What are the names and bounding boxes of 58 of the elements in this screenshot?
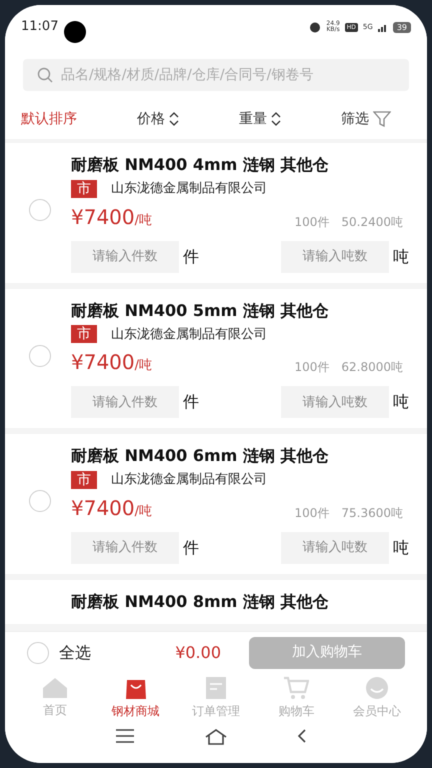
camera-hole [64,21,86,43]
sort-tab[interactable]: 价格 [137,108,179,130]
search-field[interactable]: 品名/规格/材质/品牌/仓库/合同号/钢卷号 [23,59,409,91]
sort-tab[interactable]: 筛选 [341,108,391,130]
product-title: 耐磨板 NM400 8mm 涟钢 其他仓 [71,590,330,612]
menu-icon[interactable] [115,729,135,743]
product-title: 耐磨板 NM400 6mm 涟钢 其他仓 [71,445,330,467]
ton-unit: 吨 [393,536,409,558]
market-tag: 市 [71,180,97,198]
company-name: 山东泷德金属制品有限公司 [111,180,267,198]
piece-count: 100件 [294,504,330,522]
signal-icon [378,22,388,32]
sort-tab[interactable]: 默认排序 [21,108,77,130]
piece-unit: 件 [183,246,199,268]
sort-icon [169,112,179,126]
product-title: 耐磨板 NM400 4mm 涟钢 其他仓 [71,154,330,176]
weight-total: 62.8000吨 [341,359,403,376]
select-radio[interactable] [29,344,51,366]
company-name: 山东泷德金属制品有限公司 [111,326,267,344]
piece-unit: 件 [183,536,199,558]
sort-icon [271,112,281,126]
document-icon [204,676,227,700]
cart-icon [283,676,310,700]
weight-total: 50.2400吨 [341,214,403,230]
select-radio[interactable] [29,199,51,221]
weight-total: 75.3600吨 [341,504,403,522]
ton-input-field[interactable]: 请输入吨数 [281,240,389,272]
home-icon [42,677,68,699]
select-all-radio[interactable] [27,642,49,664]
ton-unit: 吨 [393,246,409,268]
ton-input-field[interactable]: 请输入吨数 [281,386,389,418]
piece-input-field[interactable]: 请输入件数 [71,386,179,418]
piece-count: 100件 [294,214,330,230]
select-radio[interactable] [29,490,51,512]
price: ¥7400/吨 [71,494,152,522]
select-all-label: 全选 [59,642,91,664]
nav-tab[interactable]: 钢材商城 [98,676,174,720]
total-price: ¥0.00 [175,642,221,664]
piece-input-field[interactable]: 请输入件数 [71,532,179,564]
product-title: 耐磨板 NM400 5mm 涟钢 其他仓 [71,300,330,322]
alarm-icon [309,21,322,33]
sort-tab[interactable]: 重量 [239,108,281,130]
piece-count: 100件 [294,359,330,376]
piece-unit: 件 [183,391,199,413]
market-tag: 市 [71,470,97,489]
ton-input-field[interactable]: 请输入吨数 [281,532,389,564]
price: ¥7400/吨 [71,349,152,376]
battery-level: 39 [392,22,411,32]
ton-unit: 吨 [393,391,409,413]
status-time: 11:07 [21,18,58,36]
company-name: 山东泷德金属制品有限公司 [111,471,267,489]
filter-icon [373,111,391,127]
home-key-icon[interactable] [205,729,227,745]
face-icon [364,676,389,700]
price: ¥7400/吨 [71,204,152,230]
market-tag: 市 [71,325,97,344]
search-icon [37,67,53,83]
piece-input-field[interactable]: 请输入件数 [71,240,179,272]
